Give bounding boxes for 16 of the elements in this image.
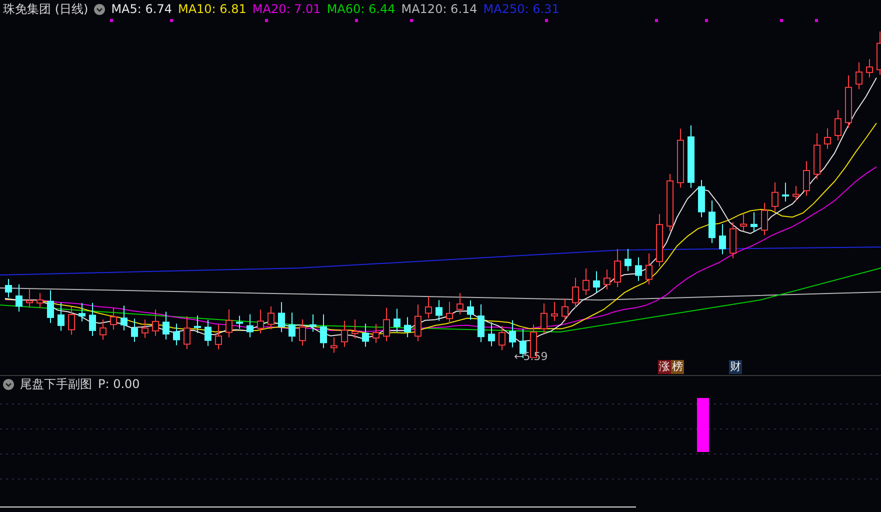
event-badge[interactable]: 财 [729,360,742,374]
moving-average-value: MA60: 6.44 [326,1,396,18]
event-badge[interactable]: 榜 [671,360,684,374]
event-badge[interactable]: 涨 [658,360,671,374]
low-price-label: ←5.59 [514,349,548,365]
moving-average-value: MA10: 6.81 [178,1,246,18]
dropdown-icon[interactable] [94,4,106,14]
moving-average-value: MA120: 6.14 [401,1,478,18]
indicator-title: 尾盘下手副图 [20,376,92,393]
chart-title: 珠免集团 (日线) [3,1,88,18]
moving-average-value: MA5: 6.74 [111,1,172,18]
dropdown-icon[interactable] [3,378,14,390]
indicator-value: P: 0.00 [98,376,140,393]
indicator-bar [697,398,709,452]
moving-average-value: MA250: 6.31 [483,1,560,18]
moving-average-value: MA20: 7.01 [252,1,321,18]
